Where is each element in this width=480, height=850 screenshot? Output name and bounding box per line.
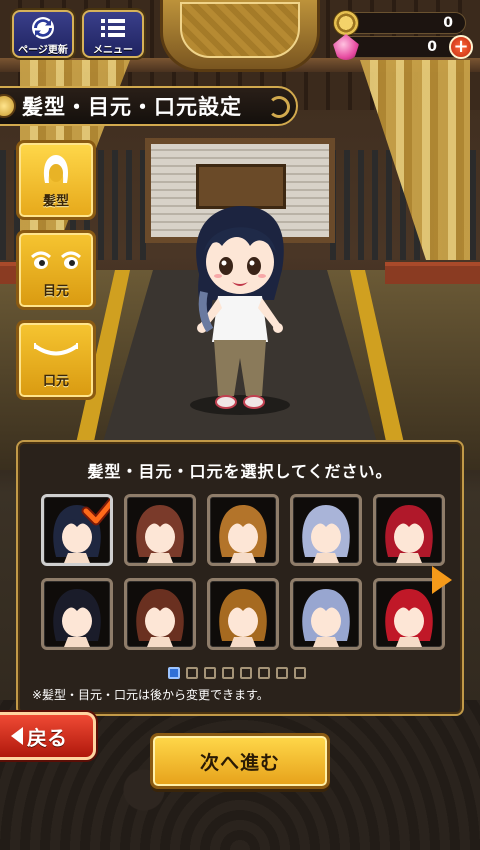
title-ornament-icon — [268, 96, 290, 118]
menu-button[interactable]: メニュー — [82, 10, 144, 58]
page-title: 髪型・目元・口元設定 — [22, 95, 242, 119]
hair-option[interactable] — [124, 578, 196, 650]
page-refresh-button[interactable]: ページ更新 — [12, 10, 74, 58]
back-button-label: 戻る — [27, 725, 67, 750]
checkmark-icon — [81, 497, 110, 526]
page-dot — [258, 667, 270, 679]
back-arrow-icon — [11, 727, 23, 745]
selection-panel: 髪型・目元・口元を選択してください。 ※髪型・目元・口元は後から変更できます。 — [16, 440, 464, 716]
hair-option[interactable] — [124, 494, 196, 566]
hair-option[interactable] — [290, 578, 362, 650]
page-title-bar: 髪型・目元・口元設定 — [0, 86, 298, 126]
hair-preview-icon — [53, 589, 101, 647]
add-gems-button[interactable]: + — [449, 35, 473, 59]
tab-mouth-label: 口元 — [42, 373, 69, 389]
gem-value: 0 — [427, 39, 437, 55]
top-emblem — [160, 0, 320, 72]
mouth-icon — [33, 332, 79, 368]
hair-option[interactable] — [290, 494, 362, 566]
hair-preview-icon — [385, 505, 433, 563]
tab-eyes[interactable]: 目元 — [16, 230, 96, 310]
character-avatar — [196, 206, 284, 409]
page-dot — [276, 667, 288, 679]
hair-option[interactable] — [207, 578, 279, 650]
page-dot — [186, 667, 198, 679]
next-page-arrow-icon[interactable] — [432, 566, 452, 594]
hair-preview-icon — [302, 505, 350, 563]
hair-option[interactable] — [207, 494, 279, 566]
next-button[interactable]: 次へ進む — [150, 733, 330, 789]
tab-eyes-label: 目元 — [42, 283, 69, 299]
hair-option-grid — [41, 494, 445, 658]
page-refresh-label: ページ更新 — [18, 45, 68, 56]
coin-icon — [333, 10, 359, 36]
next-button-label: 次へ進む — [199, 751, 280, 774]
hair-option[interactable] — [41, 494, 113, 566]
hair-icon — [39, 152, 73, 188]
tab-hair[interactable]: 髪型 — [16, 140, 96, 220]
coin-counter: 0 — [333, 10, 466, 36]
list-menu-icon — [99, 15, 127, 41]
page-indicator — [168, 667, 306, 679]
gem-counter: 0 + — [333, 34, 473, 60]
page-dot — [204, 667, 216, 679]
page-dot — [168, 667, 180, 679]
hair-preview-icon — [219, 505, 267, 563]
eyes-icon — [30, 242, 82, 278]
menu-label: メニュー — [93, 45, 133, 56]
hair-preview-icon — [219, 589, 267, 647]
hair-preview-icon — [302, 589, 350, 647]
tab-mouth[interactable]: 口元 — [16, 320, 96, 400]
selection-prompt: 髪型・目元・口元を選択してください。 — [87, 462, 393, 481]
hair-option[interactable] — [373, 494, 445, 566]
emblem-pattern — [180, 2, 300, 58]
title-badge-icon — [0, 94, 16, 118]
selection-note: ※髪型・目元・口元は後から変更できます。 — [32, 688, 269, 702]
hair-preview-icon — [136, 589, 184, 647]
refresh-icon — [29, 15, 57, 41]
hair-option[interactable] — [41, 578, 113, 650]
page-dot — [222, 667, 234, 679]
page-dot — [294, 667, 306, 679]
coin-value: 0 — [443, 15, 453, 31]
hair-preview-icon — [136, 505, 184, 563]
bench-right — [385, 262, 480, 284]
tab-hair-label: 髪型 — [42, 193, 69, 209]
page-dot — [240, 667, 252, 679]
back-button[interactable]: 戻る — [0, 712, 96, 760]
